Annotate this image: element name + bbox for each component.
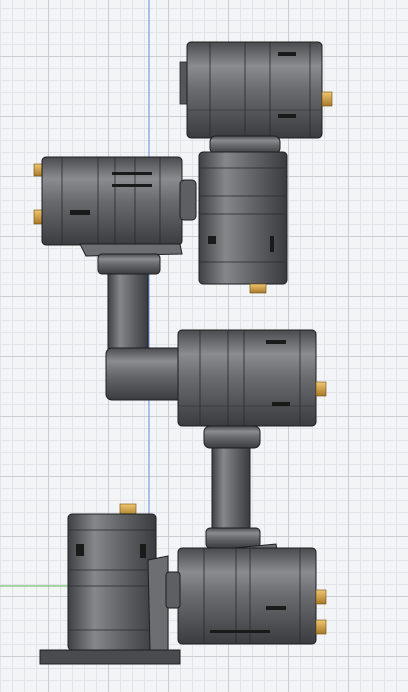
base-plate xyxy=(39,649,181,665)
forearm-link[interactable] xyxy=(211,447,251,531)
wrist-collar xyxy=(205,527,261,549)
left-motor[interactable] xyxy=(33,156,197,257)
upper-arm-link[interactable] xyxy=(107,273,149,361)
robot-arm-model[interactable] xyxy=(0,0,408,692)
elbow-tube xyxy=(105,347,187,401)
cad-viewport[interactable] xyxy=(0,0,408,692)
bottom-right-motor[interactable] xyxy=(177,543,327,645)
base-motor[interactable] xyxy=(67,503,181,651)
upper-vertical-motor[interactable] xyxy=(198,151,288,294)
upper-joint-neck xyxy=(209,135,281,155)
left-collar xyxy=(97,253,161,275)
middle-motor[interactable] xyxy=(177,329,327,427)
middle-joint-collar xyxy=(203,425,261,449)
top-motor[interactable] xyxy=(179,41,333,139)
